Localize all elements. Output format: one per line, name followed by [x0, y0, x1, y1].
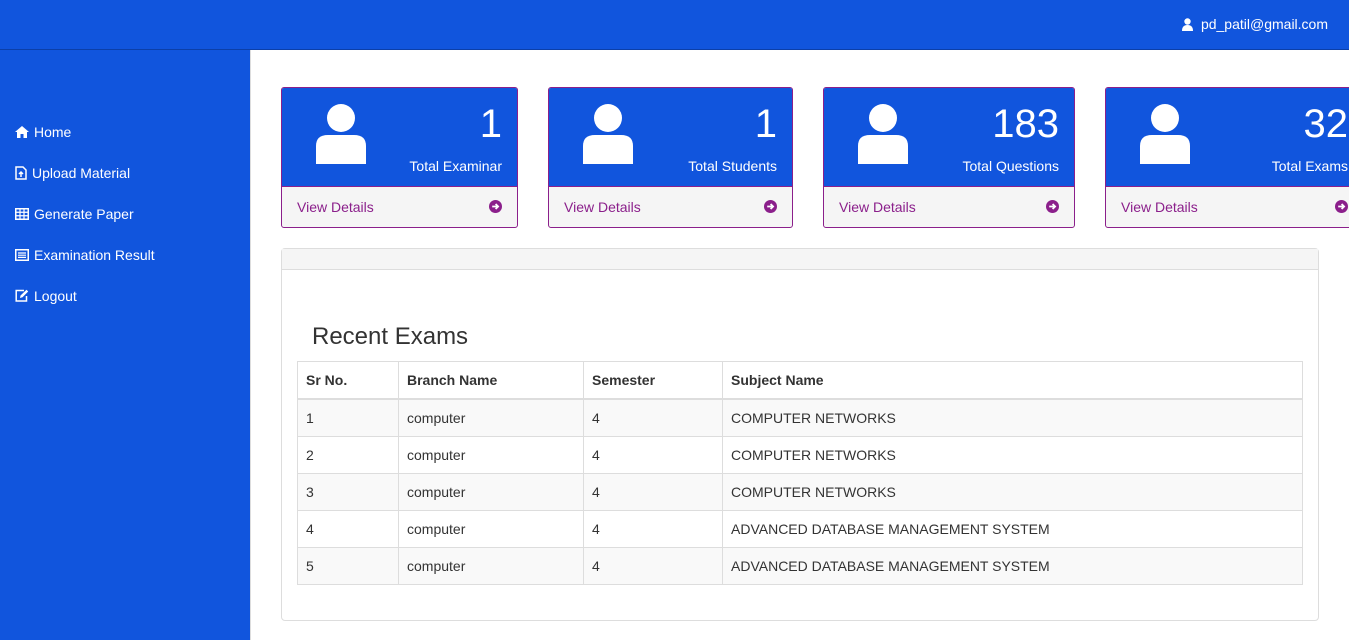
user-icon — [858, 104, 908, 164]
table-cell: COMPUTER NETWORKS — [722, 436, 1303, 474]
home-icon — [15, 125, 29, 138]
column-header: Sr No. — [297, 361, 399, 400]
card-header: 1 Total Students — [549, 88, 792, 186]
view-details-label: View Details — [564, 199, 641, 215]
table-cell: 1 — [297, 398, 399, 437]
table-row: 4 computer 4 ADVANCED DATABASE MANAGEMEN… — [297, 510, 1303, 548]
table-cell: computer — [398, 436, 584, 474]
sidebar-item-label: Upload Material — [32, 164, 131, 181]
panel-title: Recent Exams — [312, 323, 469, 350]
table-row: 3 computer 4 COMPUTER NETWORKS — [297, 473, 1303, 511]
card-label: Total Questions — [962, 158, 1060, 174]
user-menu[interactable]: pd_patil@gmail.com — [1181, 16, 1328, 32]
table-cell: computer — [398, 398, 584, 437]
table-cell: ADVANCED DATABASE MANAGEMENT SYSTEM — [722, 547, 1303, 585]
table-cell: ADVANCED DATABASE MANAGEMENT SYSTEM — [722, 510, 1303, 548]
user-icon — [1140, 104, 1190, 164]
sidebar: Home Upload Material Generate Paper Exam… — [0, 50, 250, 640]
view-details-link[interactable]: View Details — [549, 186, 792, 227]
sidebar-item-label: Examination Result — [34, 246, 155, 263]
sidebar-item-label: Home — [34, 123, 72, 140]
table-row: 2 computer 4 COMPUTER NETWORKS — [297, 436, 1303, 474]
card-label: Total Students — [688, 158, 777, 174]
table-row: 1 computer 4 COMPUTER NETWORKS — [297, 398, 1303, 437]
sidebar-nav: Home Upload Material Generate Paper Exam… — [15, 111, 155, 316]
table-header-row: Sr No. Branch Name Semester Subject Name — [297, 361, 1303, 400]
table-cell: 4 — [583, 398, 723, 437]
file-upload-icon — [15, 165, 27, 180]
table-cell: computer — [398, 547, 584, 585]
view-details-link[interactable]: View Details — [282, 186, 517, 227]
user-icon — [316, 104, 366, 164]
column-header: Branch Name — [398, 361, 584, 400]
card-value: 32 — [1303, 102, 1349, 146]
recent-exams-table: Sr No. Branch Name Semester Subject Name… — [297, 361, 1303, 585]
card-label: Total Examinar — [409, 158, 502, 174]
sidebar-item-upload-material[interactable]: Upload Material — [15, 152, 155, 193]
arrow-circle-right-icon — [1335, 200, 1348, 213]
card-header: 32 Total Exams — [1106, 88, 1349, 186]
sidebar-item-label: Generate Paper — [34, 205, 134, 222]
table-cell: 3 — [297, 473, 399, 511]
sidebar-item-label: Logout — [34, 287, 77, 304]
stat-card-examinar: 1 Total Examinar View Details — [281, 87, 518, 228]
table-cell: computer — [398, 510, 584, 548]
stat-card-questions: 183 Total Questions View Details — [823, 87, 1075, 228]
table-cell: 2 — [297, 436, 399, 474]
table-cell: 4 — [583, 436, 723, 474]
view-details-link[interactable]: View Details — [1106, 186, 1349, 227]
panel-header — [282, 249, 1318, 270]
table-row: 5 computer 4 ADVANCED DATABASE MANAGEMEN… — [297, 547, 1303, 585]
stat-card-exams: 32 Total Exams View Details — [1105, 87, 1349, 228]
top-navbar: pd_patil@gmail.com — [0, 0, 1349, 50]
list-icon — [15, 248, 29, 261]
arrow-circle-right-icon — [1046, 200, 1059, 213]
user-icon — [583, 104, 633, 164]
user-email: pd_patil@gmail.com — [1200, 16, 1328, 32]
table-cell: 4 — [297, 510, 399, 548]
table-cell: 5 — [297, 547, 399, 585]
sidebar-item-examination-result[interactable]: Examination Result — [15, 234, 155, 275]
recent-exams-panel: Recent Exams Sr No. Branch Name Semester… — [281, 248, 1319, 621]
view-details-label: View Details — [1121, 199, 1198, 215]
card-value: 1 — [479, 102, 502, 146]
card-header: 1 Total Examinar — [282, 88, 517, 186]
arrow-circle-right-icon — [764, 200, 777, 213]
card-header: 183 Total Questions — [824, 88, 1074, 186]
sidebar-item-home[interactable]: Home — [15, 111, 155, 152]
view-details-link[interactable]: View Details — [824, 186, 1074, 227]
table-cell: COMPUTER NETWORKS — [722, 398, 1303, 437]
card-label: Total Exams — [1271, 158, 1348, 174]
stat-card-students: 1 Total Students View Details — [548, 87, 793, 228]
sidebar-item-logout[interactable]: Logout — [15, 275, 155, 316]
table-cell: computer — [398, 473, 584, 511]
table-cell: 4 — [583, 547, 723, 585]
table-cell: 4 — [583, 473, 723, 511]
main-content: 1 Total Examinar View Details 1 Total St… — [250, 50, 1349, 640]
sidebar-item-generate-paper[interactable]: Generate Paper — [15, 193, 155, 234]
card-value: 1 — [754, 102, 777, 146]
column-header: Semester — [583, 361, 723, 400]
view-details-label: View Details — [297, 199, 374, 215]
table-icon — [15, 207, 29, 220]
card-value: 183 — [992, 102, 1059, 146]
arrow-circle-right-icon — [489, 200, 502, 213]
user-icon — [1181, 17, 1193, 31]
table-cell: 4 — [583, 510, 723, 548]
column-header: Subject Name — [722, 361, 1303, 400]
table-cell: COMPUTER NETWORKS — [722, 473, 1303, 511]
edit-icon — [15, 289, 29, 302]
view-details-label: View Details — [839, 199, 916, 215]
